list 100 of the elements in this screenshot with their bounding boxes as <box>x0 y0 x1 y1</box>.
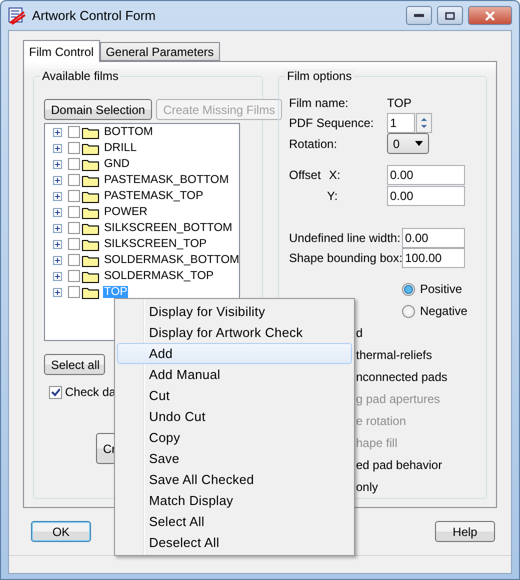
option-label: e rotation <box>356 414 406 428</box>
window-title: Artwork Control Form <box>32 8 157 23</box>
film-item[interactable]: SILKSCREEN_TOP <box>103 238 208 250</box>
bounding-box-field[interactable]: 100.00 <box>402 248 465 268</box>
field-label: Undefined line width: <box>289 230 402 245</box>
option-label: hape fill <box>356 436 398 450</box>
folder-icon <box>82 158 99 170</box>
close-button[interactable] <box>468 6 512 25</box>
folder-icon <box>82 254 99 266</box>
minimize-button[interactable] <box>406 6 432 25</box>
field-label: Film name: <box>289 96 350 110</box>
film-item[interactable]: POWER <box>103 206 148 218</box>
option-label: only <box>356 480 378 494</box>
option-label: d <box>356 326 363 340</box>
checkbox[interactable] <box>68 238 80 250</box>
menu-item[interactable]: Select All <box>117 511 352 532</box>
option-label: ed pad behavior <box>356 458 442 472</box>
minimize-icon <box>414 14 424 18</box>
folder-icon <box>82 190 99 202</box>
menu-item[interactable]: Deselect All <box>117 532 352 553</box>
expand-icon[interactable] <box>53 160 62 168</box>
menu-item[interactable]: Undo Cut <box>117 406 352 427</box>
checkbox[interactable] <box>68 158 80 170</box>
field-label: X: <box>329 168 342 182</box>
folder-icon <box>82 126 99 138</box>
tab[interactable]: General Parameters <box>100 42 220 61</box>
caret-icon <box>415 141 423 146</box>
offset-x-field[interactable]: 0.00 <box>387 165 465 186</box>
radio-button[interactable] <box>402 282 415 296</box>
checkbox[interactable] <box>68 206 80 218</box>
film-item[interactable]: SOLDERMASK_TOP <box>103 270 215 282</box>
folder-icon <box>82 206 99 218</box>
menu-item[interactable]: Match Display <box>117 490 352 511</box>
expand-icon[interactable] <box>53 240 62 248</box>
expand-icon[interactable] <box>53 176 62 184</box>
field-label: Offset <box>289 168 322 182</box>
menu-item[interactable]: Display for Artwork Check <box>117 322 352 343</box>
radio-label: Positive <box>420 282 462 296</box>
expand-icon[interactable] <box>53 272 62 280</box>
expand-icon[interactable] <box>53 224 62 232</box>
select-all-button[interactable]: Select all <box>44 354 105 375</box>
checkbox[interactable] <box>49 386 62 398</box>
expand-icon[interactable] <box>53 192 62 200</box>
expand-icon[interactable] <box>53 256 62 264</box>
film-item[interactable]: BOTTOM <box>103 126 154 138</box>
film-item[interactable]: SOLDERMASK_BOTTOM <box>103 254 240 266</box>
toolbar-button[interactable]: Domain Selection <box>44 99 152 120</box>
spin-buttons[interactable] <box>416 113 432 134</box>
checkbox[interactable] <box>68 174 80 186</box>
field-label: Rotation: <box>289 136 338 151</box>
option-label: nconnected pads <box>356 370 448 384</box>
field-label: Y: <box>326 188 339 203</box>
option-label: thermal-reliefs <box>356 348 432 362</box>
radio-button[interactable] <box>402 304 415 318</box>
folder-icon <box>82 222 99 234</box>
checkbox[interactable] <box>68 270 80 282</box>
film-item[interactable]: SILKSCREEN_BOTTOM <box>103 222 234 234</box>
checkbox[interactable] <box>68 142 80 154</box>
app-icon <box>8 6 26 24</box>
checkbox[interactable] <box>68 126 80 138</box>
radio-label: Negative <box>420 304 468 318</box>
film-name-value: TOP <box>387 96 412 110</box>
folder-icon <box>82 174 99 186</box>
menu-item[interactable]: Display for Visibility <box>117 301 352 322</box>
menu-item[interactable]: Add Manual <box>117 364 352 385</box>
maximize-button[interactable] <box>437 6 463 25</box>
offset-y-field[interactable]: 0.00 <box>387 186 465 206</box>
help-button[interactable]: Help <box>435 521 495 542</box>
film-item[interactable]: GND <box>103 158 131 170</box>
rotation-dropdown[interactable]: 0 <box>387 133 429 154</box>
menu-item[interactable]: Save <box>117 448 352 469</box>
field-label: PDF Sequence: <box>289 116 375 130</box>
checkbox[interactable] <box>68 222 80 234</box>
field-label: Shape bounding box: <box>289 250 402 265</box>
menu-item[interactable]: Add <box>117 343 352 364</box>
film-item[interactable]: PASTEMASK_BOTTOM <box>103 174 230 186</box>
checkbox[interactable] <box>68 254 80 266</box>
menu-item[interactable]: Copy <box>117 427 352 448</box>
group-title: Film options <box>285 69 354 83</box>
tab[interactable]: Film Control <box>23 40 100 62</box>
folder-icon <box>82 286 99 298</box>
checkbox[interactable] <box>68 190 80 202</box>
checkbox[interactable] <box>68 286 80 298</box>
close-icon <box>484 10 496 20</box>
ok-button[interactable]: OK <box>31 521 91 542</box>
expand-icon[interactable] <box>53 144 62 152</box>
pdf-sequence-field[interactable]: 1 <box>387 113 415 134</box>
group-title: Available films <box>40 69 120 83</box>
option-label: g pad apertures <box>356 392 440 406</box>
maximize-icon <box>445 12 455 20</box>
folder-icon <box>82 142 99 154</box>
menu-item[interactable]: Cut <box>117 385 352 406</box>
film-item[interactable]: DRILL <box>103 142 138 154</box>
expand-icon[interactable] <box>53 288 62 296</box>
expand-icon[interactable] <box>53 128 62 136</box>
folder-icon <box>82 270 99 282</box>
expand-icon[interactable] <box>53 208 62 216</box>
menu-item[interactable]: Save All Checked <box>117 469 352 490</box>
line-width-field[interactable]: 0.00 <box>402 228 465 248</box>
film-item[interactable]: PASTEMASK_TOP <box>103 190 204 202</box>
